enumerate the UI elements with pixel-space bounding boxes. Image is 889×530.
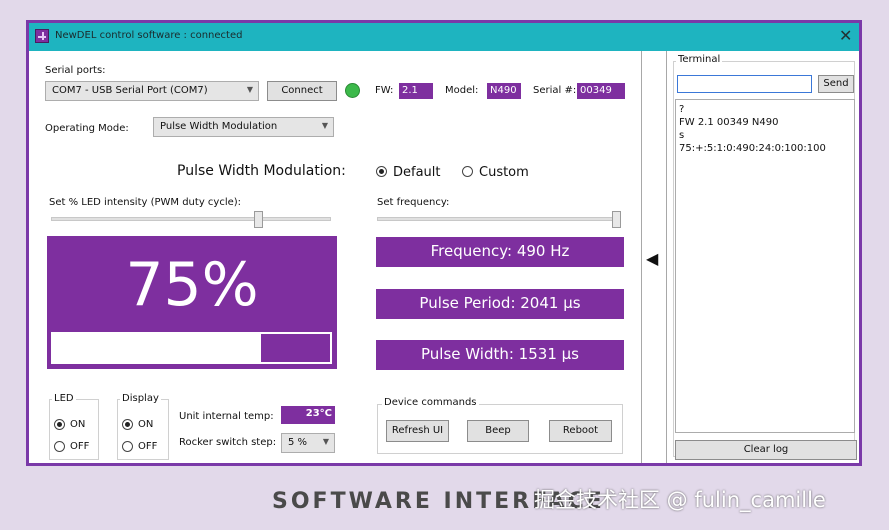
serial-port-select[interactable]: COM7 - USB Serial Port (COM7) ▼ bbox=[45, 81, 259, 101]
default-radio[interactable] bbox=[376, 166, 387, 177]
connection-status-indicator bbox=[345, 83, 360, 98]
display-on-radio[interactable] bbox=[122, 419, 133, 430]
intensity-percent-readout: 75% bbox=[125, 250, 259, 320]
chevron-down-icon: ▼ bbox=[322, 437, 329, 446]
temp-value: 23°C bbox=[281, 406, 335, 424]
display-off-label[interactable]: OFF bbox=[138, 441, 157, 452]
terminal-title: Terminal bbox=[676, 54, 723, 65]
terminal-input[interactable] bbox=[677, 75, 812, 93]
frequency-slider-thumb[interactable] bbox=[612, 211, 621, 228]
serial-number-value: 00349 bbox=[577, 83, 625, 99]
frequency-slider-track[interactable] bbox=[377, 217, 621, 221]
serial-number-label: Serial #: bbox=[533, 85, 577, 96]
intensity-bar bbox=[51, 332, 332, 364]
custom-radio-label[interactable]: Custom bbox=[479, 165, 529, 180]
title-bar[interactable]: NewDEL control software : connected ✕ bbox=[29, 23, 859, 51]
model-label: Model: bbox=[445, 85, 479, 96]
device-commands-title: Device commands bbox=[382, 397, 479, 408]
control-pane: Serial ports: COM7 - USB Serial Port (CO… bbox=[29, 51, 641, 463]
display-group-title: Display bbox=[120, 393, 161, 404]
frequency-readout: Frequency: 490 Hz bbox=[376, 237, 624, 267]
terminal-pane: Terminal Send ? FW 2.1 00349 N490 s 75:+… bbox=[667, 51, 859, 463]
model-value: N490 bbox=[487, 83, 521, 99]
operating-mode-select[interactable]: Pulse Width Modulation ▼ bbox=[153, 117, 334, 137]
display-off-radio[interactable] bbox=[122, 441, 133, 452]
default-radio-label[interactable]: Default bbox=[393, 165, 441, 180]
operating-mode-value: Pulse Width Modulation bbox=[160, 121, 278, 132]
led-on-label[interactable]: ON bbox=[70, 419, 85, 430]
intensity-display-panel: 75% bbox=[47, 236, 337, 369]
window-title: NewDEL control software : connected bbox=[55, 30, 243, 41]
log-line: 75:+:5:1:0:490:24:0:100:100 bbox=[679, 143, 826, 154]
pulse-width-readout: Pulse Width: 1531 µs bbox=[376, 340, 624, 370]
app-icon bbox=[35, 29, 49, 43]
refresh-ui-button[interactable]: Refresh UI bbox=[386, 420, 449, 442]
display-on-label[interactable]: ON bbox=[138, 419, 153, 430]
collapse-arrow-icon[interactable]: ◀ bbox=[646, 249, 658, 268]
led-off-radio[interactable] bbox=[54, 441, 65, 452]
rocker-step-value: 5 % bbox=[288, 437, 308, 448]
serial-port-value: COM7 - USB Serial Port (COM7) bbox=[52, 85, 208, 96]
pulse-period-readout: Pulse Period: 2041 µs bbox=[376, 289, 624, 319]
log-line: s bbox=[679, 130, 685, 141]
rocker-step-select[interactable]: 5 % ▼ bbox=[281, 433, 335, 453]
log-line: ? bbox=[679, 104, 685, 115]
log-line: FW 2.1 00349 N490 bbox=[679, 117, 779, 128]
led-on-radio[interactable] bbox=[54, 419, 65, 430]
fw-value: 2.1 bbox=[399, 83, 433, 99]
clear-log-button[interactable]: Clear log bbox=[675, 440, 857, 460]
pane-splitter[interactable]: ◀ bbox=[641, 51, 667, 463]
beep-button[interactable]: Beep bbox=[467, 420, 529, 442]
terminal-log[interactable]: ? FW 2.1 00349 N490 s 75:+:5:1:0:490:24:… bbox=[675, 99, 855, 433]
custom-radio[interactable] bbox=[462, 166, 473, 177]
serial-ports-label: Serial ports: bbox=[45, 65, 106, 76]
frequency-label: Set frequency: bbox=[377, 197, 450, 208]
reboot-button[interactable]: Reboot bbox=[549, 420, 612, 442]
watermark-text: 掘金技术社区 @ fulin_camille bbox=[534, 488, 826, 512]
app-window: NewDEL control software : connected ✕ Se… bbox=[26, 20, 862, 466]
led-off-label[interactable]: OFF bbox=[70, 441, 89, 452]
led-group-title: LED bbox=[52, 393, 76, 404]
intensity-label: Set % LED intensity (PWM duty cycle): bbox=[49, 197, 242, 208]
pwm-heading: Pulse Width Modulation: bbox=[177, 163, 346, 179]
intensity-bar-fill bbox=[53, 334, 261, 362]
temp-label: Unit internal temp: bbox=[179, 411, 274, 422]
fw-label: FW: bbox=[375, 85, 394, 96]
close-icon[interactable]: ✕ bbox=[839, 26, 852, 45]
operating-mode-label: Operating Mode: bbox=[45, 123, 129, 134]
rocker-step-label: Rocker switch step: bbox=[179, 437, 277, 448]
send-button[interactable]: Send bbox=[818, 75, 854, 93]
intensity-slider-track[interactable] bbox=[51, 217, 331, 221]
chevron-down-icon: ▼ bbox=[246, 85, 253, 94]
connect-button[interactable]: Connect bbox=[267, 81, 337, 101]
intensity-slider-thumb[interactable] bbox=[254, 211, 264, 228]
chevron-down-icon: ▼ bbox=[321, 121, 328, 130]
